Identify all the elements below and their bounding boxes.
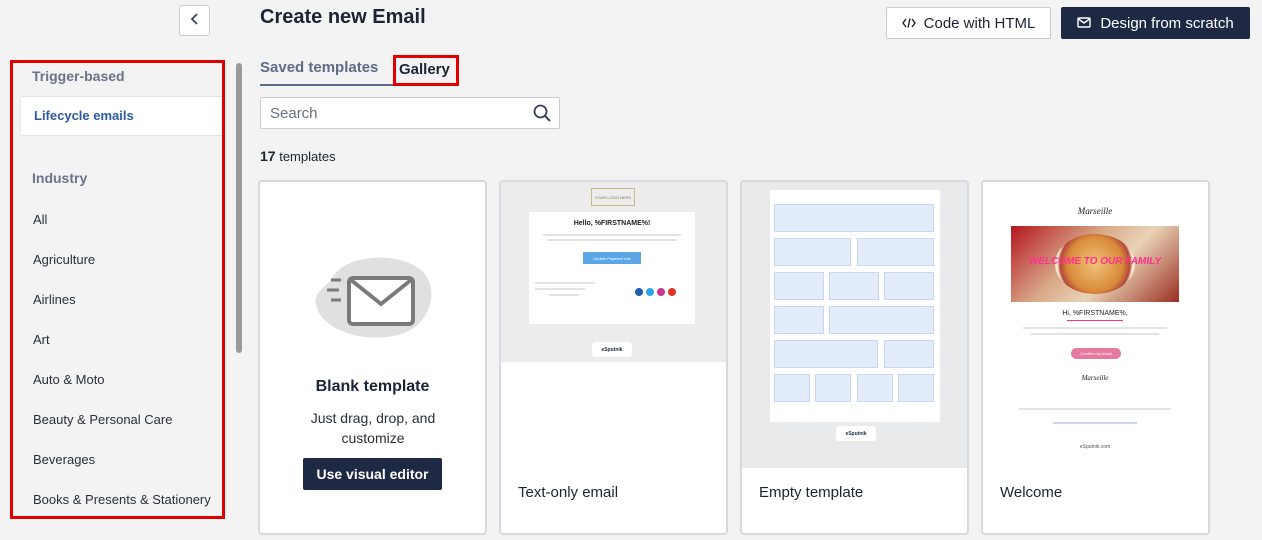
- tab-gallery[interactable]: Gallery: [393, 55, 459, 86]
- sidebar-scrollbar[interactable]: [236, 63, 242, 353]
- text-only-thumbnail: YOUR LOGO HERE Hello, %FIRSTNAME%! Updat…: [501, 182, 726, 362]
- sidebar-item-art[interactable]: Art: [33, 332, 50, 347]
- thumbnail-social-icons: [635, 288, 676, 296]
- sidebar-item-agriculture[interactable]: Agriculture: [33, 252, 95, 267]
- sidebar-item-airlines[interactable]: Airlines: [33, 292, 76, 307]
- blank-template-description: Just drag, drop, and customize: [310, 410, 436, 446]
- code-with-html-label: Code with HTML: [923, 14, 1036, 32]
- thumbnail-brand-badge: eSputnik: [836, 426, 876, 441]
- thumbnail-banner-text: WELCOME TO OUR FAMILY: [1028, 256, 1162, 267]
- sidebar-section-trigger: Trigger-based: [32, 68, 125, 84]
- search-icon[interactable]: [533, 104, 551, 127]
- thumbnail-cta: Confirm my email: [1071, 348, 1121, 359]
- chevron-left-icon: [190, 12, 200, 30]
- use-visual-editor-button[interactable]: Use visual editor: [303, 458, 442, 490]
- welcome-label: Welcome: [1000, 484, 1063, 501]
- thumbnail-logo-placeholder: YOUR LOGO HERE: [591, 188, 635, 206]
- sidebar-item-beverages[interactable]: Beverages: [33, 452, 95, 467]
- template-category-sidebar: Trigger-based Lifecycle emails Industry …: [10, 60, 225, 519]
- thumbnail-greeting: Hello, %FIRSTNAME%!: [573, 220, 651, 227]
- thumbnail-cta: Update Payment Info: [583, 252, 641, 264]
- collapse-sidebar-button[interactable]: [179, 5, 210, 36]
- search-input[interactable]: [261, 98, 525, 128]
- empty-label: Empty template: [759, 484, 864, 501]
- code-with-html-button[interactable]: Code with HTML: [886, 7, 1051, 39]
- design-from-scratch-label: Design from scratch: [1100, 14, 1234, 32]
- envelope-illustration-icon: [311, 250, 436, 340]
- search-box: [260, 97, 560, 129]
- thumbnail-email-body: [770, 190, 940, 422]
- template-count-suffix: templates: [279, 149, 336, 164]
- thumbnail-brand-badge: eSputnik: [592, 342, 632, 357]
- template-count-number: 17: [260, 148, 276, 164]
- template-card-empty[interactable]: eSputnik Empty template: [740, 180, 969, 535]
- template-card-welcome[interactable]: Marseille WELCOME TO OUR FAMILY Hi, %FIR…: [981, 180, 1210, 535]
- thumbnail-banner: WELCOME TO OUR FAMILY: [1011, 226, 1179, 302]
- sidebar-item-books[interactable]: Books & Presents & Stationery: [33, 492, 211, 507]
- sidebar-item-lifecycle-emails[interactable]: Lifecycle emails: [20, 96, 222, 136]
- welcome-thumbnail: Marseille WELCOME TO OUR FAMILY Hi, %FIR…: [983, 182, 1208, 468]
- envelope-icon: [1077, 15, 1092, 32]
- tab-saved-templates[interactable]: Saved templates: [260, 59, 378, 76]
- tab-active-indicator: [260, 84, 393, 86]
- template-count: 17 templates: [260, 148, 336, 164]
- thumbnail-footer-logo: Marseille: [1081, 374, 1109, 382]
- thumbnail-email-body: Hello, %FIRSTNAME%! Update Payment Info: [529, 212, 695, 324]
- sidebar-item-beauty[interactable]: Beauty & Personal Care: [33, 412, 172, 427]
- thumbnail-logo: Marseille: [1077, 206, 1113, 216]
- text-only-label: Text-only email: [518, 484, 619, 501]
- design-from-scratch-button[interactable]: Design from scratch: [1061, 7, 1250, 39]
- code-icon: [901, 15, 916, 32]
- sidebar-section-industry: Industry: [32, 170, 88, 186]
- thumbnail-brand-footer: eSputnik.com: [1079, 444, 1111, 450]
- template-card-text-only[interactable]: YOUR LOGO HERE Hello, %FIRSTNAME%! Updat…: [499, 180, 728, 535]
- empty-thumbnail: eSputnik: [742, 182, 967, 468]
- page-title: Create new Email: [260, 6, 426, 28]
- sidebar-item-all[interactable]: All: [33, 212, 47, 227]
- sidebar-item-auto-moto[interactable]: Auto & Moto: [33, 372, 105, 387]
- template-card-blank[interactable]: Blank template Just drag, drop, and cust…: [258, 180, 487, 535]
- blank-template-title: Blank template: [315, 378, 430, 395]
- thumbnail-greeting: Hi, %FIRSTNAME%,: [1062, 310, 1128, 317]
